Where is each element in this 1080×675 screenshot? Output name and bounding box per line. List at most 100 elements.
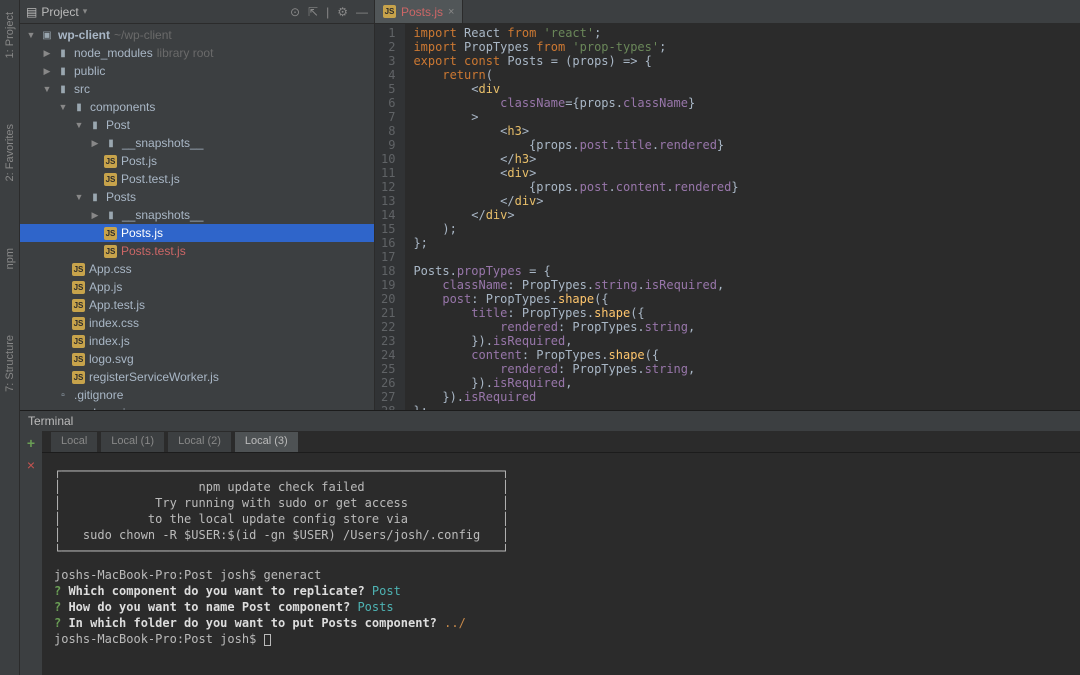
expand-arrow-icon[interactable]: ▼ [74,192,84,202]
js-file-icon: JS [104,173,117,186]
js-file-icon: JS [72,299,85,312]
tree-file-post-test[interactable]: JS Post.test.js [20,170,374,188]
expand-arrow-icon[interactable]: ▶ [42,66,52,77]
project-view-icon: ▤ [26,5,37,19]
close-session-icon[interactable]: × [27,457,35,473]
expand-arrow-icon[interactable]: ▼ [42,84,52,94]
item-label: App.css [89,262,132,276]
collapse-icon[interactable]: ⇱ [308,5,318,19]
expand-arrow-icon[interactable]: ▶ [42,48,52,59]
expand-arrow-icon[interactable]: ▼ [58,102,68,112]
item-label: Posts.test.js [121,244,186,258]
item-label: App.test.js [89,298,145,312]
tree-snapshots[interactable]: ▶ ▮ __snapshots__ [20,134,374,152]
tab-label: Posts.js [401,5,443,19]
terminal-answer: Post [372,584,401,598]
tree-file-post-js[interactable]: JS Post.js [20,152,374,170]
item-label: Posts.js [121,226,163,240]
gear-icon[interactable]: ⚙ [337,5,348,19]
item-label: .gitignore [74,388,123,402]
terminal-answer: Posts [357,600,393,614]
expand-arrow-icon[interactable]: ▶ [90,210,100,221]
js-file-icon: JS [72,281,85,294]
line-number-gutter: 1234567891011121314151617181920212223242… [375,24,405,410]
code-content[interactable]: import React from 'react';import PropTyp… [405,24,738,410]
terminal-tab[interactable]: Local (2) [167,431,232,452]
editor-pane: JS Posts.js × 12345678910111213141516171… [375,0,1080,410]
item-label: App.js [89,280,122,294]
target-icon[interactable]: ⊙ [290,5,300,19]
tree-file-gitignore[interactable]: ▫ .gitignore [20,386,374,404]
item-hint: library root [157,46,214,60]
js-file-icon: JS [104,245,117,258]
item-label: src [74,82,90,96]
tree-file-posts-js[interactable]: JS Posts.js [20,224,374,242]
tree-components[interactable]: ▼ ▮ components [20,98,374,116]
editor-tab-posts-js[interactable]: JS Posts.js × [375,0,463,23]
file-icon: ▫ [56,388,70,402]
tree-file-app-css[interactable]: JS App.css [20,260,374,278]
terminal-update-box: ┌───────────────────────────────────────… [54,463,1068,559]
folder-icon: ▮ [56,82,70,96]
item-label: Post [106,118,130,132]
item-label: components [90,100,155,114]
item-label: Post.js [121,154,157,168]
project-tree[interactable]: ▼ ▣ wp-client ~/wp-client ▶ ▮ node_modul… [20,24,374,410]
project-pane-title[interactable]: Project [41,5,78,19]
tree-node-modules[interactable]: ▶ ▮ node_modules library root [20,44,374,62]
item-label: __snapshots__ [122,136,203,150]
tree-file-logo-svg[interactable]: JS logo.svg [20,350,374,368]
tree-post-folder[interactable]: ▼ ▮ Post [20,116,374,134]
divider: | [326,5,329,19]
tool-window-favorites[interactable]: 2: Favorites [2,116,18,189]
tree-file-posts-test[interactable]: JS Posts.test.js [20,242,374,260]
tree-file-app-js[interactable]: JS App.js [20,278,374,296]
terminal-tab[interactable]: Local [50,431,98,452]
terminal-command: generact [264,568,322,582]
tree-file-index-css[interactable]: JS index.css [20,314,374,332]
terminal-tab[interactable]: Local (3) [234,431,299,452]
terminal-pane: Terminal + × LocalLocal (1)Local (2)Loca… [20,410,1080,675]
tool-window-structure[interactable]: 7: Structure [2,327,18,400]
terminal-output[interactable]: ┌───────────────────────────────────────… [42,453,1080,675]
tree-file-index-js[interactable]: JS index.js [20,332,374,350]
close-tab-icon[interactable]: × [448,6,454,18]
item-label: index.js [89,334,130,348]
expand-arrow-icon[interactable]: ▼ [74,120,84,130]
item-label: public [74,64,105,78]
project-pane: ▤ Project ▾ ⊙ ⇱ | ⚙ — ▼ ▣ wp-client ~/wp [20,0,375,410]
tree-snapshots[interactable]: ▶ ▮ __snapshots__ [20,206,374,224]
terminal-prompt: joshs-MacBook-Pro:Post josh$ [54,632,264,646]
root-name: wp-client [58,28,110,42]
item-label: Post.test.js [121,172,180,186]
tree-root[interactable]: ▼ ▣ wp-client ~/wp-client [20,26,374,44]
tool-window-bar-left: 1: Project 2: Favorites npm 7: Structure [0,0,20,675]
terminal-sidebar: + × [20,431,42,675]
terminal-question: In which folder do you want to put Posts… [68,616,436,630]
tree-src[interactable]: ▼ ▮ src [20,80,374,98]
project-pane-header: ▤ Project ▾ ⊙ ⇱ | ⚙ — [20,0,374,24]
item-label: __snapshots__ [122,208,203,222]
terminal-tabs: LocalLocal (1)Local (2)Local (3) [42,431,1080,453]
folder-icon: ▮ [104,136,118,150]
expand-arrow-icon[interactable]: ▼ [26,30,36,40]
terminal-prompt: joshs-MacBook-Pro:Post josh$ [54,568,264,582]
tree-file-register-sw[interactable]: JS registerServiceWorker.js [20,368,374,386]
hide-icon[interactable]: — [356,5,368,19]
terminal-question: Which component do you want to replicate… [68,584,364,598]
terminal-tab[interactable]: Local (1) [100,431,165,452]
folder-icon: ▮ [56,46,70,60]
js-file-icon: JS [104,155,117,168]
js-file-icon: JS [72,371,85,384]
tree-file-app-test[interactable]: JS App.test.js [20,296,374,314]
tree-posts-folder[interactable]: ▼ ▮ Posts [20,188,374,206]
folder-icon: ▣ [40,28,54,42]
expand-arrow-icon[interactable]: ▶ [90,138,100,149]
code-editor[interactable]: 1234567891011121314151617181920212223242… [375,24,1080,410]
terminal-header[interactable]: Terminal [20,411,1080,431]
tree-public[interactable]: ▶ ▮ public [20,62,374,80]
tool-window-project[interactable]: 1: Project [2,4,18,66]
tool-window-npm[interactable]: npm [2,240,18,277]
new-session-icon[interactable]: + [27,435,35,451]
chevron-down-icon[interactable]: ▾ [83,6,88,17]
